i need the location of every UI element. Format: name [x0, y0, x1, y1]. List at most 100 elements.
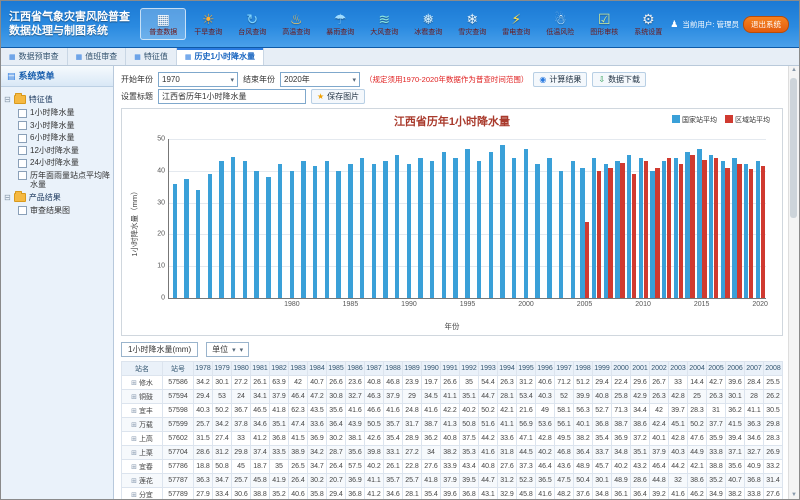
tree-item-3小时降水量[interactable]: 3小时降水量: [18, 121, 110, 131]
col-header-year[interactable]: 2008: [764, 362, 783, 376]
table-row[interactable]: ⊞宜丰5759840.350.236.746.541.862.343.535.6…: [122, 404, 783, 418]
col-header-station-name[interactable]: 站名: [122, 362, 163, 376]
tree-item-1小时降水量[interactable]: 1小时降水量: [18, 108, 110, 118]
expand-icon[interactable]: ⊞: [131, 478, 137, 485]
col-header-year[interactable]: 2004: [688, 362, 707, 376]
col-header-year[interactable]: 1984: [308, 362, 327, 376]
table-row[interactable]: ⊞分宜5778927.933.430.638.835.240.635.829.4…: [122, 488, 783, 500]
tool-冰雹查询[interactable]: ❅冰雹查询: [406, 9, 450, 39]
col-header-year[interactable]: 2002: [650, 362, 669, 376]
chart-title-input[interactable]: [158, 89, 306, 104]
tool-大风查询[interactable]: ≋大风查询: [362, 9, 406, 39]
checkbox-icon[interactable]: [18, 146, 27, 155]
tool-系统设置[interactable]: ⚙系统设置: [626, 9, 670, 39]
col-header-year[interactable]: 1978: [194, 362, 213, 376]
table-row[interactable]: ⊞万载5759925.734.237.834.635.147.433.636.4…: [122, 418, 783, 432]
logout-button[interactable]: 退出系统: [743, 16, 789, 33]
col-header-year[interactable]: 2000: [612, 362, 631, 376]
vertical-scrollbar[interactable]: ▲ ▼: [788, 66, 799, 499]
expand-icon[interactable]: ⊞: [131, 394, 137, 401]
col-header-year[interactable]: 1983: [289, 362, 308, 376]
download-data-button[interactable]: ⇩数据下载: [592, 72, 646, 87]
col-header-year[interactable]: 2006: [726, 362, 745, 376]
calc-result-button[interactable]: ◉计算结果: [533, 72, 587, 87]
col-header-year[interactable]: 1994: [498, 362, 517, 376]
value-cell: 26.3: [650, 390, 669, 404]
scroll-up-arrow[interactable]: ▲: [789, 67, 799, 73]
checkbox-icon[interactable]: [18, 171, 27, 180]
tab-值班审查[interactable]: ▦值班审查: [68, 48, 127, 65]
col-header-year[interactable]: 1985: [327, 362, 346, 376]
expand-icon[interactable]: ⊞: [131, 408, 137, 415]
col-header-year[interactable]: 2007: [745, 362, 764, 376]
table-row[interactable]: ⊞宜春5778618.850.84518.73526.534.726.457.5…: [122, 460, 783, 474]
year-controls-row: 开始年份 1970▾ 结束年份 2020年▾ （规定须用1970-2020年数据…: [121, 71, 783, 88]
checkbox-icon[interactable]: [18, 159, 27, 168]
start-year-select[interactable]: 1970▾: [158, 72, 238, 87]
collapse-icon[interactable]: ⊟: [4, 95, 11, 104]
col-header-year[interactable]: 1997: [555, 362, 574, 376]
col-header-year[interactable]: 1989: [403, 362, 422, 376]
table-row[interactable]: ⊞莲花5778736.334.725.745.841.926.430.220.7…: [122, 474, 783, 488]
tool-暴雨查询[interactable]: ☂暴雨查询: [318, 9, 362, 39]
tab-特征值[interactable]: ▦特征值: [126, 48, 177, 65]
tool-雷电查询[interactable]: ⚡雷电查询: [494, 9, 538, 39]
col-header-year[interactable]: 1996: [536, 362, 555, 376]
expand-icon[interactable]: ⊞: [131, 450, 137, 457]
tree-item-历年面雨量站点平均降水量[interactable]: 历年面雨量站点平均降水量: [18, 171, 110, 189]
expand-icon[interactable]: ⊞: [131, 464, 137, 471]
table-row[interactable]: ⊞铜鼓5759429.4532434.137.946.447.230.832.7…: [122, 390, 783, 404]
tree-item-审查结果图[interactable]: 审查结果图: [18, 206, 110, 216]
expand-icon[interactable]: ⊞: [131, 380, 137, 387]
unit-select[interactable]: 单位▾▾: [206, 342, 249, 357]
tool-图形审核[interactable]: ☑图形审核: [582, 9, 626, 39]
col-header-station-id[interactable]: 站号: [163, 362, 194, 376]
col-header-year[interactable]: 2001: [631, 362, 650, 376]
expand-icon[interactable]: ⊞: [131, 422, 137, 429]
scroll-down-arrow[interactable]: ▼: [789, 492, 799, 498]
col-header-year[interactable]: 1981: [251, 362, 270, 376]
save-image-button[interactable]: ★保存图片: [311, 89, 365, 104]
expand-icon[interactable]: ⊞: [131, 436, 137, 443]
col-header-year[interactable]: 1979: [213, 362, 232, 376]
table-row[interactable]: ⊞修水5758634.230.127.226.163.94240.726.623…: [122, 376, 783, 390]
tool-台风查询[interactable]: ↻台风查询: [230, 9, 274, 39]
table-metric-box[interactable]: 1小时降水量(mm): [121, 342, 198, 357]
col-header-year[interactable]: 1995: [517, 362, 536, 376]
tree-group-row[interactable]: ⊟特征值: [4, 94, 110, 105]
checkbox-icon[interactable]: [18, 121, 27, 130]
checkbox-icon[interactable]: [18, 206, 27, 215]
tree-group-row[interactable]: ⊟产品结果: [4, 192, 110, 203]
col-header-year[interactable]: 1993: [479, 362, 498, 376]
checkbox-icon[interactable]: [18, 134, 27, 143]
col-header-year[interactable]: 1991: [441, 362, 460, 376]
expand-icon[interactable]: ⊞: [131, 492, 137, 499]
col-header-year[interactable]: 1986: [346, 362, 365, 376]
col-header-year[interactable]: 2005: [707, 362, 726, 376]
col-header-year[interactable]: 1992: [460, 362, 479, 376]
collapse-icon[interactable]: ⊟: [4, 193, 11, 202]
col-header-year[interactable]: 2003: [669, 362, 688, 376]
tool-高温查询[interactable]: ♨高温查询: [274, 9, 318, 39]
col-header-year[interactable]: 1999: [593, 362, 612, 376]
tool-低温风险[interactable]: ☃低温风险: [538, 9, 582, 39]
tool-普查数据[interactable]: ▦普查数据: [140, 8, 186, 40]
col-header-year[interactable]: 1982: [270, 362, 289, 376]
tool-干旱查询[interactable]: ☀干旱查询: [186, 9, 230, 39]
scrollbar-thumb[interactable]: [790, 78, 797, 218]
tree-item-24小时降水量[interactable]: 24小时降水量: [18, 158, 110, 168]
checkbox-icon[interactable]: [18, 109, 27, 118]
col-header-year[interactable]: 1988: [384, 362, 403, 376]
col-header-year[interactable]: 1998: [574, 362, 593, 376]
table-row[interactable]: ⊞上高5760231.527.43341.236.841.536.930.238…: [122, 432, 783, 446]
tree-item-6小时降水量[interactable]: 6小时降水量: [18, 133, 110, 143]
col-header-year[interactable]: 1980: [232, 362, 251, 376]
tab-历史1小时降水量[interactable]: ▦历史1小时降水量: [177, 48, 264, 65]
tree-item-12小时降水量[interactable]: 12小时降水量: [18, 146, 110, 156]
table-row[interactable]: ⊞上栗5770428.631.229.837.433.538.934.228.7…: [122, 446, 783, 460]
tab-数据预审查[interactable]: ▦数据预审查: [1, 48, 68, 65]
col-header-year[interactable]: 1990: [422, 362, 441, 376]
end-year-select[interactable]: 2020年▾: [280, 72, 360, 87]
tool-雪灾查询[interactable]: ❄雪灾查询: [450, 9, 494, 39]
col-header-year[interactable]: 1987: [365, 362, 384, 376]
